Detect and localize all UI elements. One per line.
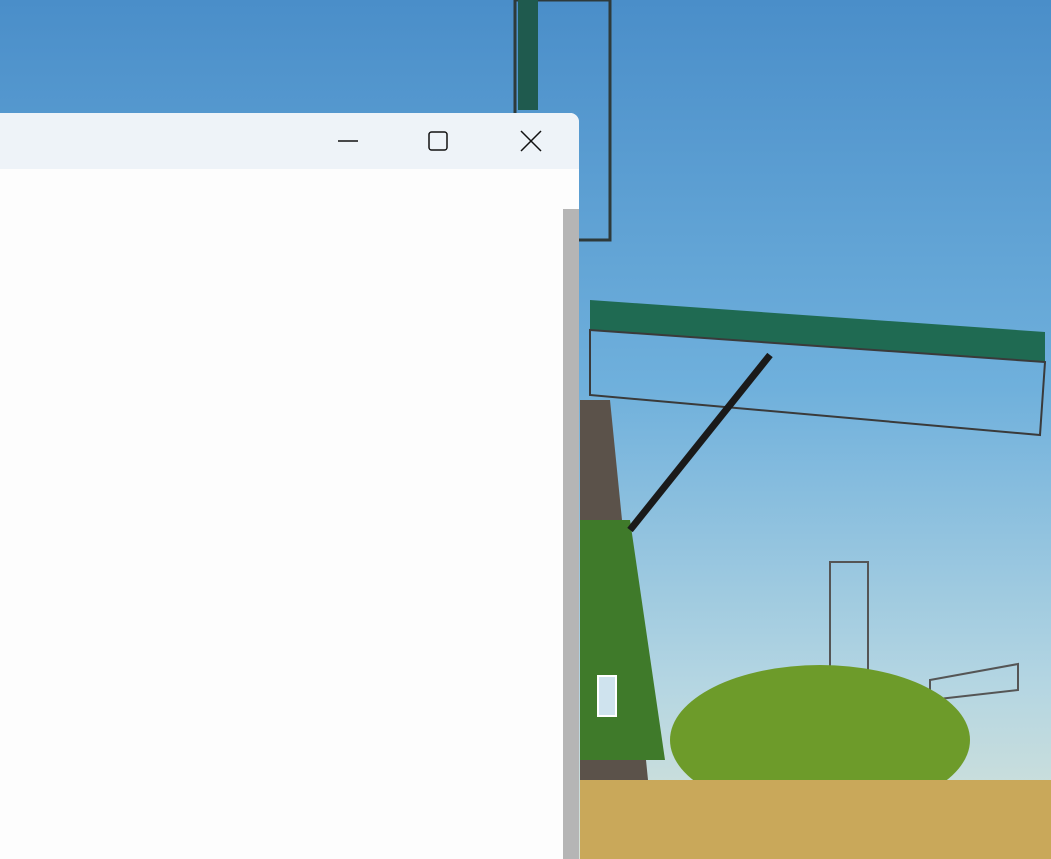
grass [580,780,1051,859]
minimize-button[interactable] [325,113,371,169]
vertical-scrollbar[interactable] [563,209,579,859]
title-bar[interactable] [0,113,579,169]
maximize-button[interactable] [415,113,461,169]
app-window [0,113,579,859]
minimize-icon [338,140,358,142]
close-icon [520,130,542,152]
maximize-icon [428,131,448,151]
window-content [0,169,563,859]
close-button[interactable] [508,113,554,169]
